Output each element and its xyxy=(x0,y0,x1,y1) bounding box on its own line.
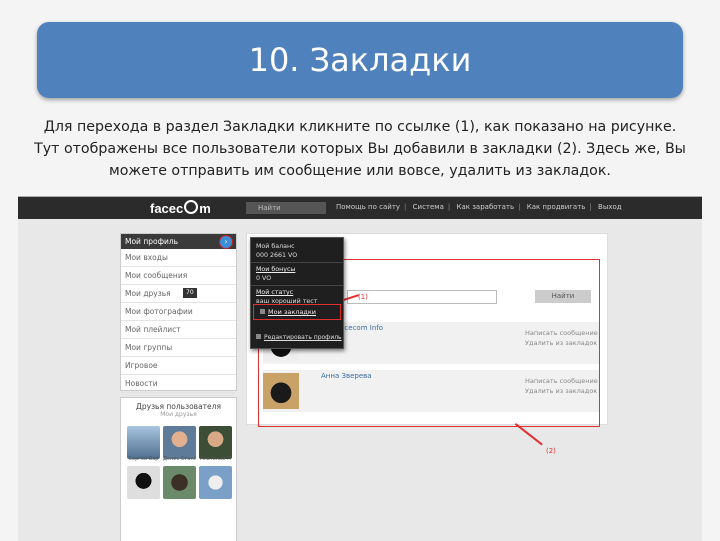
bookmark-icon xyxy=(260,309,265,314)
friend-card[interactable] xyxy=(199,466,232,499)
annotation-label-1: (1) xyxy=(358,293,368,301)
nav-promote[interactable]: Как продвигать xyxy=(527,203,586,211)
sidebar-item-photos[interactable]: Мои фотографии xyxy=(121,303,236,321)
avatar xyxy=(199,426,232,459)
balance-value: 000 2661 VO xyxy=(256,252,298,259)
avatar xyxy=(163,426,196,459)
avatar xyxy=(127,466,160,499)
status-link[interactable]: Мой статус xyxy=(251,288,343,297)
profile-dropdown-menu: Мой баланс 000 2661 VO Мои бонусы 0 VO М… xyxy=(250,237,344,349)
body-line-1: Для перехода в раздел Закладки кликните … xyxy=(43,119,677,135)
sidebar-item-news[interactable]: Новости xyxy=(121,375,236,393)
friend-card[interactable]: Анатолий П xyxy=(199,426,232,462)
avatar xyxy=(163,466,196,499)
slide-title: 10. Закладки xyxy=(248,41,472,79)
arrow-right-icon[interactable]: › xyxy=(219,235,233,249)
logo-ring-icon xyxy=(184,200,199,214)
friends-subtitle: Мои друзья xyxy=(160,411,197,418)
sidebar-item-games[interactable]: Игровое xyxy=(121,357,236,375)
sidebar-item-playlist[interactable]: Мой плейлист xyxy=(121,321,236,339)
sidebar-item-friends[interactable]: Мои друзья 70 xyxy=(121,285,236,303)
friend-card[interactable] xyxy=(127,466,160,499)
edit-profile-link[interactable]: Редактировать профиль xyxy=(256,334,342,341)
site-search-input[interactable]: Найти xyxy=(246,202,326,214)
nav-logout[interactable]: Выход xyxy=(598,203,622,211)
friends-grid: Сергей Вар Денис Оганян Анатолий П xyxy=(127,426,233,499)
friends-panel: Друзья пользователя Мои друзья Сергей Ва… xyxy=(120,397,237,541)
edit-icon xyxy=(256,334,261,339)
body-line-3: можете отправить им сообщение или вовсе,… xyxy=(109,163,611,179)
friend-card[interactable] xyxy=(163,466,196,499)
avatar xyxy=(127,426,160,459)
site-logo[interactable]: facec m xyxy=(150,200,211,216)
slide-title-box: 10. Закладки xyxy=(37,22,683,98)
friends-count-badge: 70 xyxy=(183,288,197,298)
sidebar-item-logins[interactable]: Мои входы xyxy=(121,249,236,267)
bonus-value: 0 VO xyxy=(256,275,272,282)
site-topbar: facec m Найти Помощь по сайту | Система | К… xyxy=(18,197,702,219)
friend-card[interactable]: Сергей Вар xyxy=(127,426,160,462)
balance-label: Мой баланс xyxy=(256,243,295,250)
slide-body-text: Для перехода в раздел Закладки кликните … xyxy=(20,116,700,182)
nav-system[interactable]: Система xyxy=(413,203,444,211)
annotation-label-2: (2) xyxy=(546,447,556,455)
nav-help[interactable]: Помощь по сайту xyxy=(336,203,400,211)
profile-sidebar: Мой профиль › Мои входы Мои сообщения Мо… xyxy=(120,233,237,393)
friend-card[interactable]: Денис Оганян xyxy=(163,426,196,462)
top-nav: Помощь по сайту | Система | Как заработать… xyxy=(336,203,622,211)
my-bookmarks-link[interactable]: Мои закладки xyxy=(253,304,341,320)
nav-earn[interactable]: Как заработать xyxy=(456,203,514,211)
body-line-2: Тут отображены все пользователи которых … xyxy=(34,141,686,157)
sidebar-item-messages[interactable]: Мои сообщения xyxy=(121,267,236,285)
avatar xyxy=(199,466,232,499)
sidebar-item-groups[interactable]: Мои группы xyxy=(121,339,236,357)
bonus-link[interactable]: Мои бонусы xyxy=(251,265,343,274)
friends-title: Друзья пользователя xyxy=(136,402,221,411)
embedded-screenshot: facec m Найти Помощь по сайту | Система | К… xyxy=(18,196,702,541)
sidebar-item-profile[interactable]: Мой профиль › xyxy=(121,234,236,249)
